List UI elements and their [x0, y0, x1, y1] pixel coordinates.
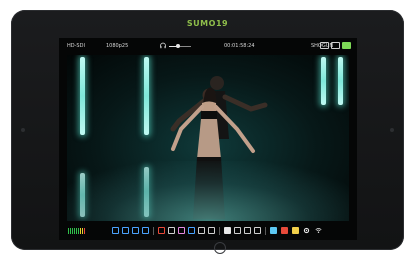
record-settings-icon[interactable] — [234, 227, 241, 234]
gear-icon[interactable] — [303, 227, 310, 234]
anamorphic-icon[interactable] — [208, 227, 215, 234]
vectorscope-icon[interactable] — [132, 227, 139, 234]
input-settings-icon[interactable] — [254, 227, 261, 234]
left-screw — [21, 128, 25, 132]
light-bar-right-1 — [321, 57, 326, 105]
meter-bar — [70, 228, 71, 234]
false-color-icon[interactable] — [158, 227, 165, 234]
toolbar-separator — [265, 227, 266, 235]
playback-icon[interactable] — [224, 227, 231, 234]
fog-overlay — [67, 161, 349, 221]
status-icons — [320, 42, 351, 49]
meter-bar — [78, 228, 79, 234]
volume-slider[interactable] — [169, 44, 191, 48]
edit-mode-icon[interactable] — [292, 227, 299, 234]
meter-bar — [76, 228, 77, 234]
media-status-icon — [331, 42, 340, 49]
light-bar-right-2 — [338, 57, 343, 105]
bottom-toolbar — [59, 223, 357, 240]
input-source[interactable]: HD-SDI — [67, 43, 85, 49]
brand-logo: SUMO19 — [186, 19, 229, 28]
right-screw — [390, 128, 394, 132]
timecode: 00:01:58:24 — [224, 43, 255, 49]
monitor-mode-icon[interactable] — [270, 227, 277, 234]
video-feed[interactable] — [67, 55, 349, 221]
zebra-icon[interactable] — [168, 227, 175, 234]
focus-peaking-icon[interactable] — [142, 227, 149, 234]
top-status-bar: HD-SDI 1080p25 00:01:58:24 SHOGUN — [59, 38, 357, 54]
lut-icon[interactable] — [178, 227, 185, 234]
headphones-icon[interactable] — [160, 42, 166, 49]
volume-knob[interactable] — [175, 44, 180, 48]
meter-bar — [74, 228, 75, 234]
meter-bar — [84, 228, 85, 234]
record-mode-icon[interactable] — [281, 227, 288, 234]
meter-bar — [72, 228, 73, 234]
monitor-device: SUMO19 HD-SDI 1080p25 00:01:58:24 SHOGUN — [11, 10, 404, 254]
grid-icon[interactable] — [198, 227, 205, 234]
wifi-icon[interactable] — [315, 227, 322, 234]
light-bar-left-2 — [144, 57, 149, 135]
audio-level-meter[interactable] — [68, 228, 85, 234]
home-button[interactable] — [214, 242, 226, 254]
screen: HD-SDI 1080p25 00:01:58:24 SHOGUN — [59, 38, 357, 240]
light-bar-left-1 — [80, 57, 85, 135]
meter-bar — [68, 228, 69, 234]
record-status-icon — [320, 42, 329, 49]
meter-bar — [82, 228, 83, 234]
battery-icon — [342, 42, 351, 49]
video-format[interactable]: 1080p25 — [106, 43, 128, 49]
waveform-icon[interactable] — [122, 227, 129, 234]
toolbar-separator — [153, 227, 154, 235]
timecode-settings-icon[interactable] — [244, 227, 251, 234]
frame-guides-icon[interactable] — [188, 227, 195, 234]
histogram-icon[interactable] — [112, 227, 119, 234]
meter-bar — [80, 228, 81, 234]
toolbar-separator — [219, 227, 220, 235]
